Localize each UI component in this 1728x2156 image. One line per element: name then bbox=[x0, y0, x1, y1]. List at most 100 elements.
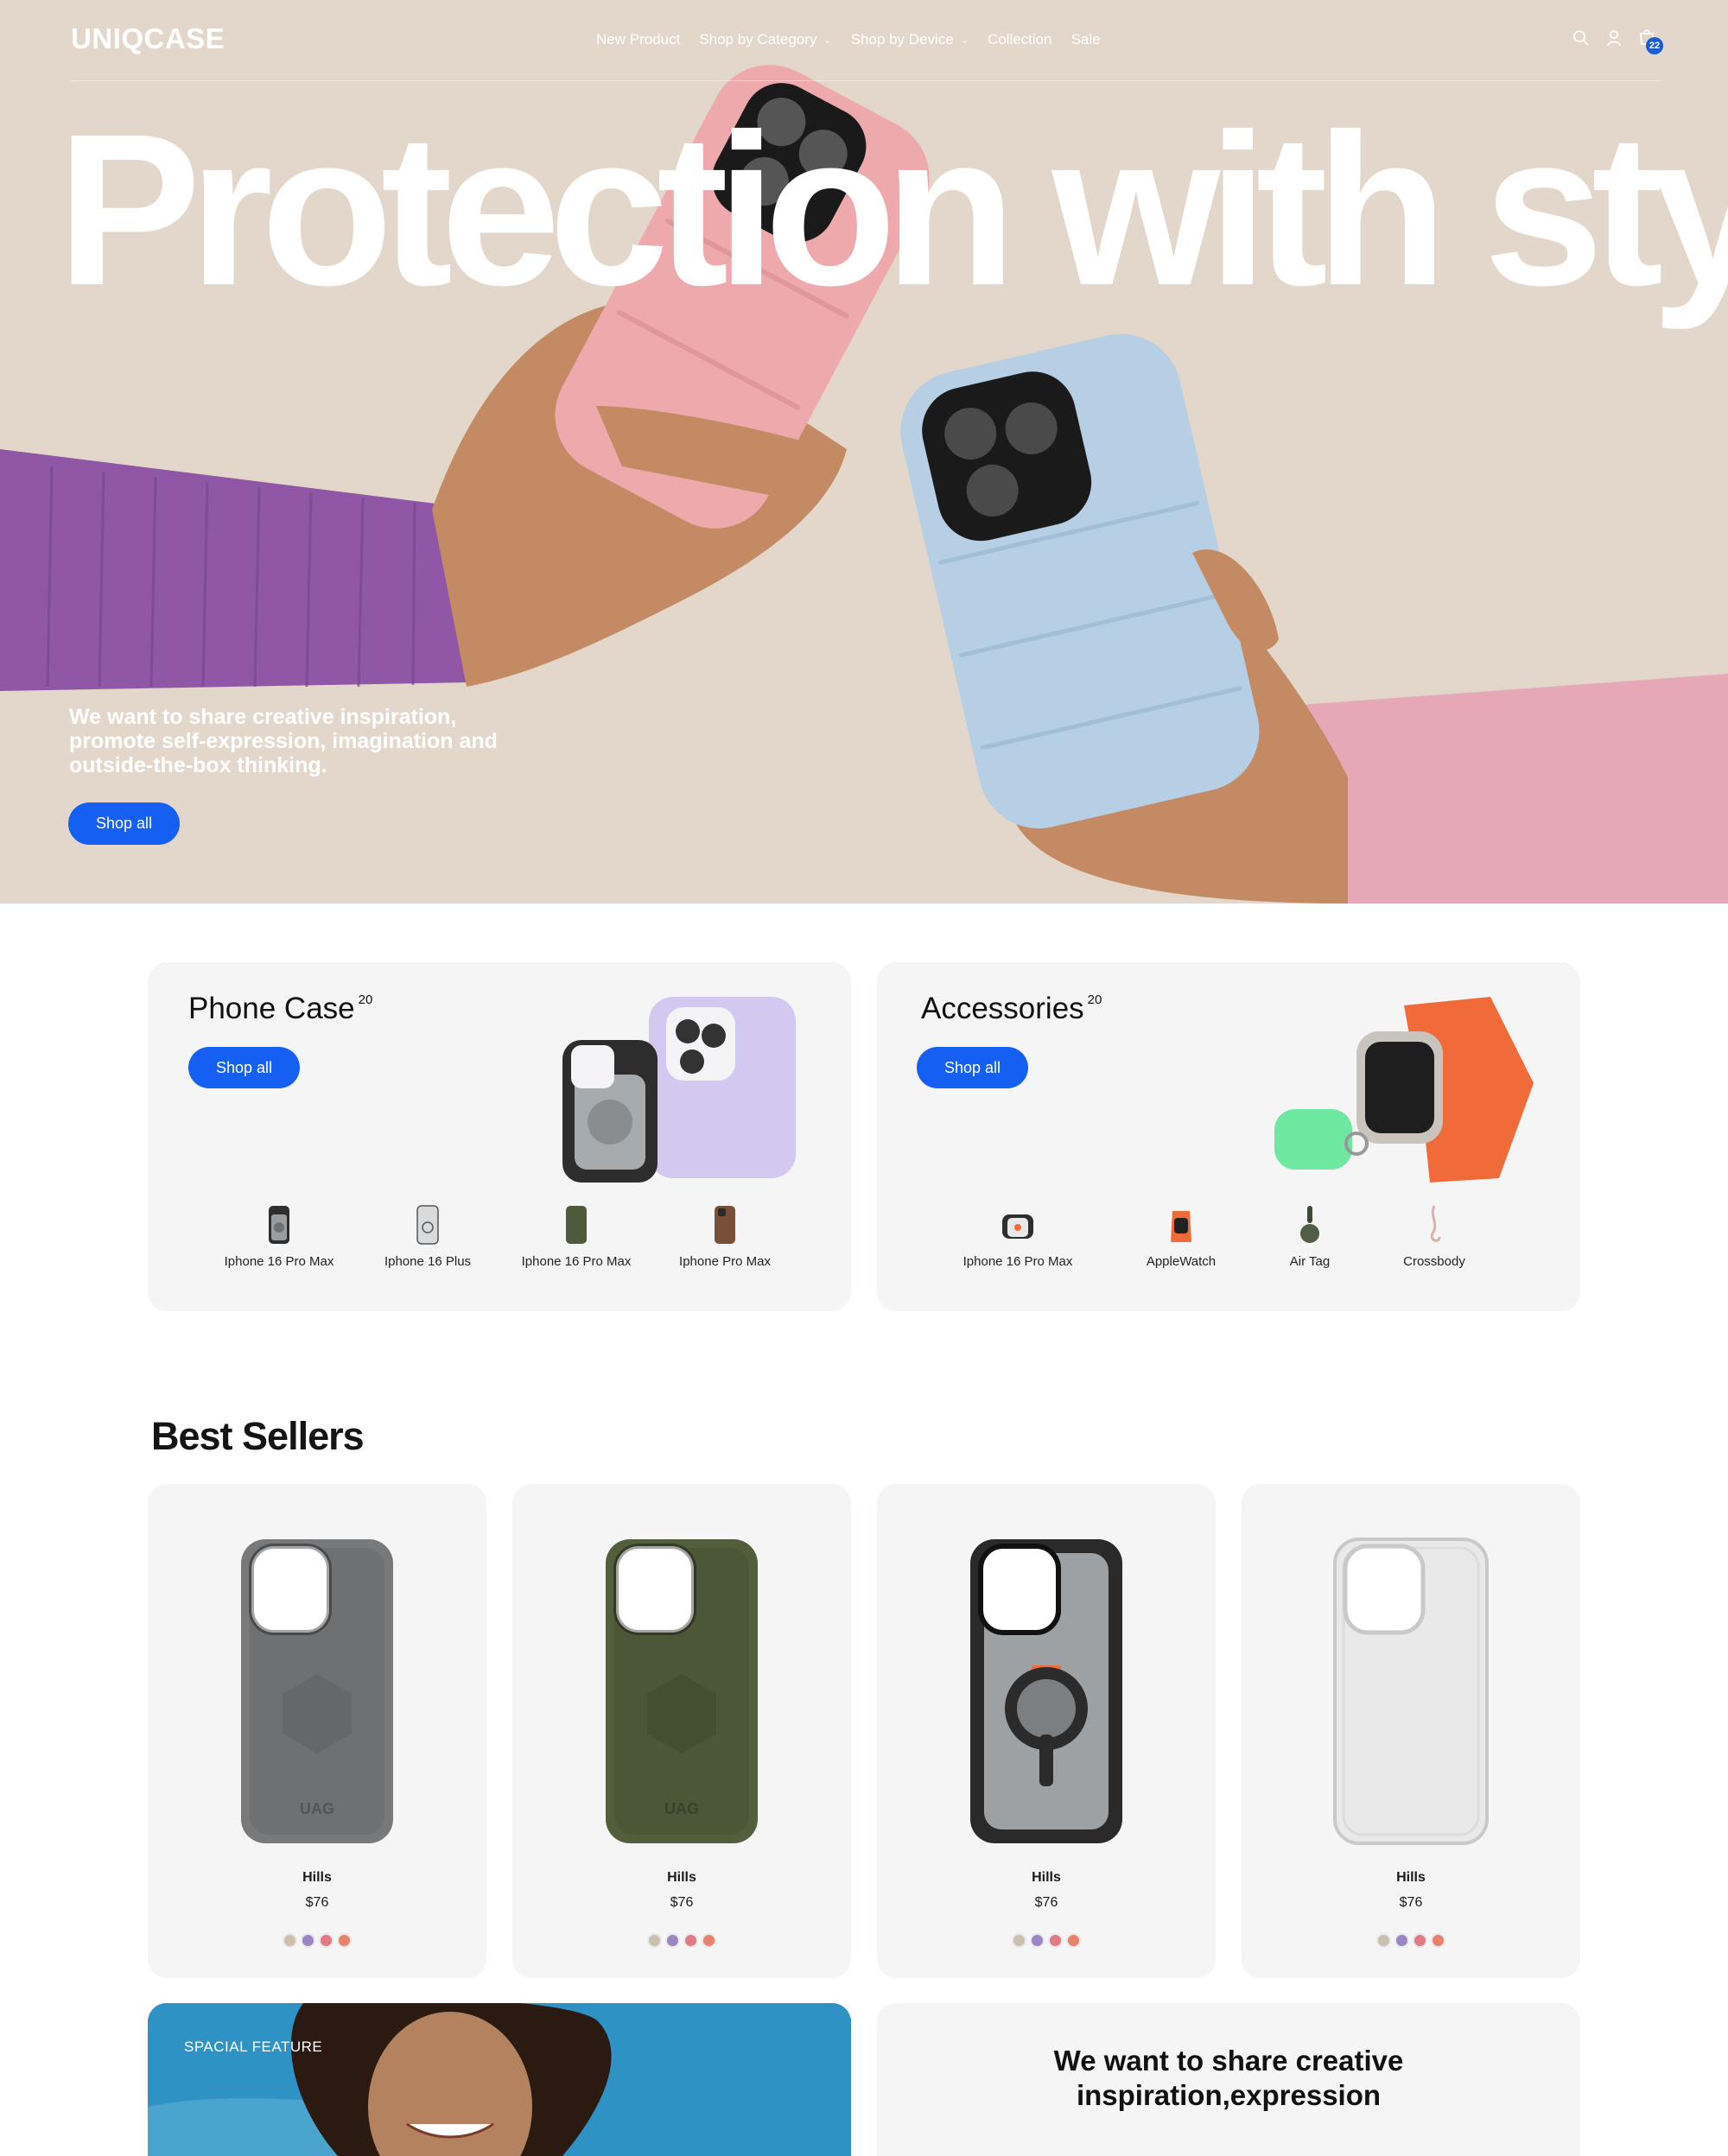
nav-new-product[interactable]: New Product bbox=[596, 31, 680, 48]
color-swatch[interactable] bbox=[319, 1933, 334, 1948]
category-title: Accessories 20 bbox=[921, 992, 1102, 1026]
color-swatches bbox=[877, 1933, 1216, 1948]
color-swatch[interactable] bbox=[1030, 1933, 1045, 1948]
color-swatch[interactable] bbox=[1048, 1933, 1063, 1948]
nav-label: New Product bbox=[596, 31, 681, 48]
product-card[interactable]: UAG Hills $76 bbox=[148, 1484, 486, 1978]
hero-title: Protection with style bbox=[57, 89, 1728, 330]
hero-shop-all-button[interactable]: Shop all bbox=[68, 802, 180, 845]
product-image: UAG bbox=[241, 1539, 393, 1843]
color-swatch[interactable] bbox=[647, 1933, 662, 1948]
nav-collection[interactable]: Collection bbox=[988, 31, 1052, 48]
product-price: $76 bbox=[1399, 1895, 1423, 1910]
category-item-label: Iphone 16 Plus bbox=[384, 1254, 472, 1269]
category-count: 20 bbox=[1087, 992, 1102, 1008]
nav-shop-by-category[interactable]: Shop by Category ⌄ bbox=[699, 31, 831, 48]
quote-line: We want to share creative bbox=[1053, 2045, 1404, 2077]
product-image bbox=[970, 1539, 1122, 1843]
product-image: UAG bbox=[606, 1539, 758, 1843]
category-item[interactable]: Iphone 16 Pro Max bbox=[201, 1204, 357, 1269]
category-item-label: Iphone Pro Max bbox=[679, 1254, 771, 1269]
color-swatch[interactable] bbox=[683, 1933, 698, 1948]
color-swatch[interactable] bbox=[1394, 1933, 1409, 1948]
color-swatch[interactable] bbox=[665, 1933, 680, 1948]
top-navigation: UNIQCASE New Product Shop by Category ⌄ S… bbox=[71, 0, 1663, 81]
brand-logo[interactable]: UNIQCASE bbox=[71, 22, 225, 55]
phone-case-thumbnail bbox=[715, 1206, 735, 1244]
category-item[interactable]: Iphone 16 Plus bbox=[350, 1204, 505, 1269]
category-item-label: Iphone 16 Pro Max bbox=[224, 1254, 334, 1269]
svg-text:UAG: UAG bbox=[664, 1800, 699, 1817]
hero-banner: UNIQCASE New Product Shop by Category ⌄ S… bbox=[0, 0, 1728, 904]
best-sellers-title: Best Sellers bbox=[151, 1414, 365, 1458]
category-item[interactable]: Iphone 16 Pro Max bbox=[940, 1204, 1096, 1269]
nav-shop-by-device[interactable]: Shop by Device ⌄ bbox=[851, 31, 969, 48]
color-swatches bbox=[512, 1933, 851, 1948]
product-name: Hills bbox=[302, 1870, 332, 1885]
category-item-label: Iphone 16 Pro Max bbox=[521, 1254, 632, 1269]
category-shop-all-button[interactable]: Shop all bbox=[917, 1047, 1028, 1088]
product-image bbox=[1333, 1538, 1489, 1845]
category-title-text: Phone Case bbox=[188, 992, 355, 1025]
color-swatches bbox=[148, 1933, 486, 1948]
color-swatch[interactable] bbox=[283, 1933, 297, 1948]
nav-label: Sale bbox=[1070, 31, 1101, 48]
product-name: Hills bbox=[667, 1870, 696, 1885]
nav-label: Collection bbox=[987, 31, 1052, 48]
category-title: Phone Case 20 bbox=[188, 992, 372, 1026]
category-item[interactable]: Iphone Pro Max bbox=[647, 1204, 803, 1269]
category-shop-all-button[interactable]: Shop all bbox=[188, 1047, 300, 1088]
product-card[interactable]: UAG Hills $76 bbox=[512, 1484, 851, 1978]
feature-label: SPACIAL FEATURE bbox=[184, 2039, 323, 2055]
accessory-thumbnail bbox=[1002, 1214, 1033, 1239]
category-item[interactable]: Iphone 16 Pro Max bbox=[499, 1204, 654, 1269]
nav-label: Shop by Device bbox=[850, 31, 954, 48]
main-menu: New Product Shop by Category ⌄ Shop by De… bbox=[596, 31, 1101, 48]
air-tag-thumbnail bbox=[1300, 1206, 1319, 1243]
nav-label: Shop by Category bbox=[699, 31, 817, 48]
color-swatch[interactable] bbox=[1413, 1933, 1427, 1948]
hero-description: We want to share creative inspiration, p… bbox=[69, 705, 498, 777]
product-price: $76 bbox=[1034, 1895, 1058, 1910]
category-item-label: Crossbody bbox=[1403, 1254, 1465, 1269]
quote-line: inspiration,expression bbox=[1076, 2079, 1382, 2111]
chevron-down-icon: ⌄ bbox=[960, 35, 969, 46]
phone-case-thumbnail bbox=[416, 1205, 439, 1245]
special-feature-card[interactable]: SPACIAL FEATURE bbox=[148, 2003, 851, 2156]
color-swatch[interactable] bbox=[1431, 1933, 1445, 1948]
color-swatch[interactable] bbox=[702, 1933, 716, 1948]
category-card-accessories[interactable]: Accessories 20 Shop all Iphone 16 Pro Max… bbox=[877, 962, 1580, 1311]
quote-card: We want to share creative inspiration,ex… bbox=[877, 2003, 1580, 2156]
chevron-down-icon: ⌄ bbox=[823, 35, 832, 46]
phone-cases-image bbox=[562, 997, 796, 1183]
cart-count-badge: 22 bbox=[1646, 37, 1663, 54]
product-price: $76 bbox=[305, 1895, 329, 1910]
category-item[interactable]: Crossbody bbox=[1356, 1204, 1512, 1269]
color-swatch[interactable] bbox=[301, 1933, 315, 1948]
category-card-phone-case[interactable]: Phone Case 20 Shop all Iphone 16 Pro Max … bbox=[148, 962, 851, 1311]
category-title-text: Accessories bbox=[921, 992, 1084, 1025]
feature-image bbox=[148, 2003, 851, 2156]
color-swatch[interactable] bbox=[337, 1933, 352, 1948]
color-swatch[interactable] bbox=[1376, 1933, 1391, 1948]
product-price: $76 bbox=[670, 1895, 694, 1910]
svg-text:UAG: UAG bbox=[300, 1800, 334, 1817]
color-swatch[interactable] bbox=[1012, 1933, 1026, 1948]
crossbody-thumbnail bbox=[1430, 1205, 1441, 1242]
header-actions: 22 bbox=[1572, 29, 1663, 54]
category-count: 20 bbox=[358, 992, 373, 1008]
phone-case-thumbnail bbox=[269, 1206, 289, 1244]
product-name: Hills bbox=[1396, 1870, 1426, 1885]
color-swatch[interactable] bbox=[1066, 1933, 1081, 1948]
nav-sale[interactable]: Sale bbox=[1071, 31, 1101, 48]
product-card[interactable]: Hills $76 bbox=[877, 1484, 1216, 1978]
apple-watch-thumbnail bbox=[1171, 1211, 1191, 1242]
cart-button[interactable]: 22 bbox=[1638, 29, 1663, 54]
user-icon[interactable] bbox=[1605, 29, 1623, 47]
search-icon[interactable] bbox=[1572, 29, 1590, 47]
quote-text: We want to share creative inspiration,ex… bbox=[877, 2044, 1580, 2113]
product-name: Hills bbox=[1032, 1870, 1061, 1885]
phone-case-thumbnail bbox=[566, 1206, 587, 1244]
accessories-image bbox=[1274, 997, 1534, 1183]
product-card[interactable]: Hills $76 bbox=[1242, 1484, 1580, 1978]
